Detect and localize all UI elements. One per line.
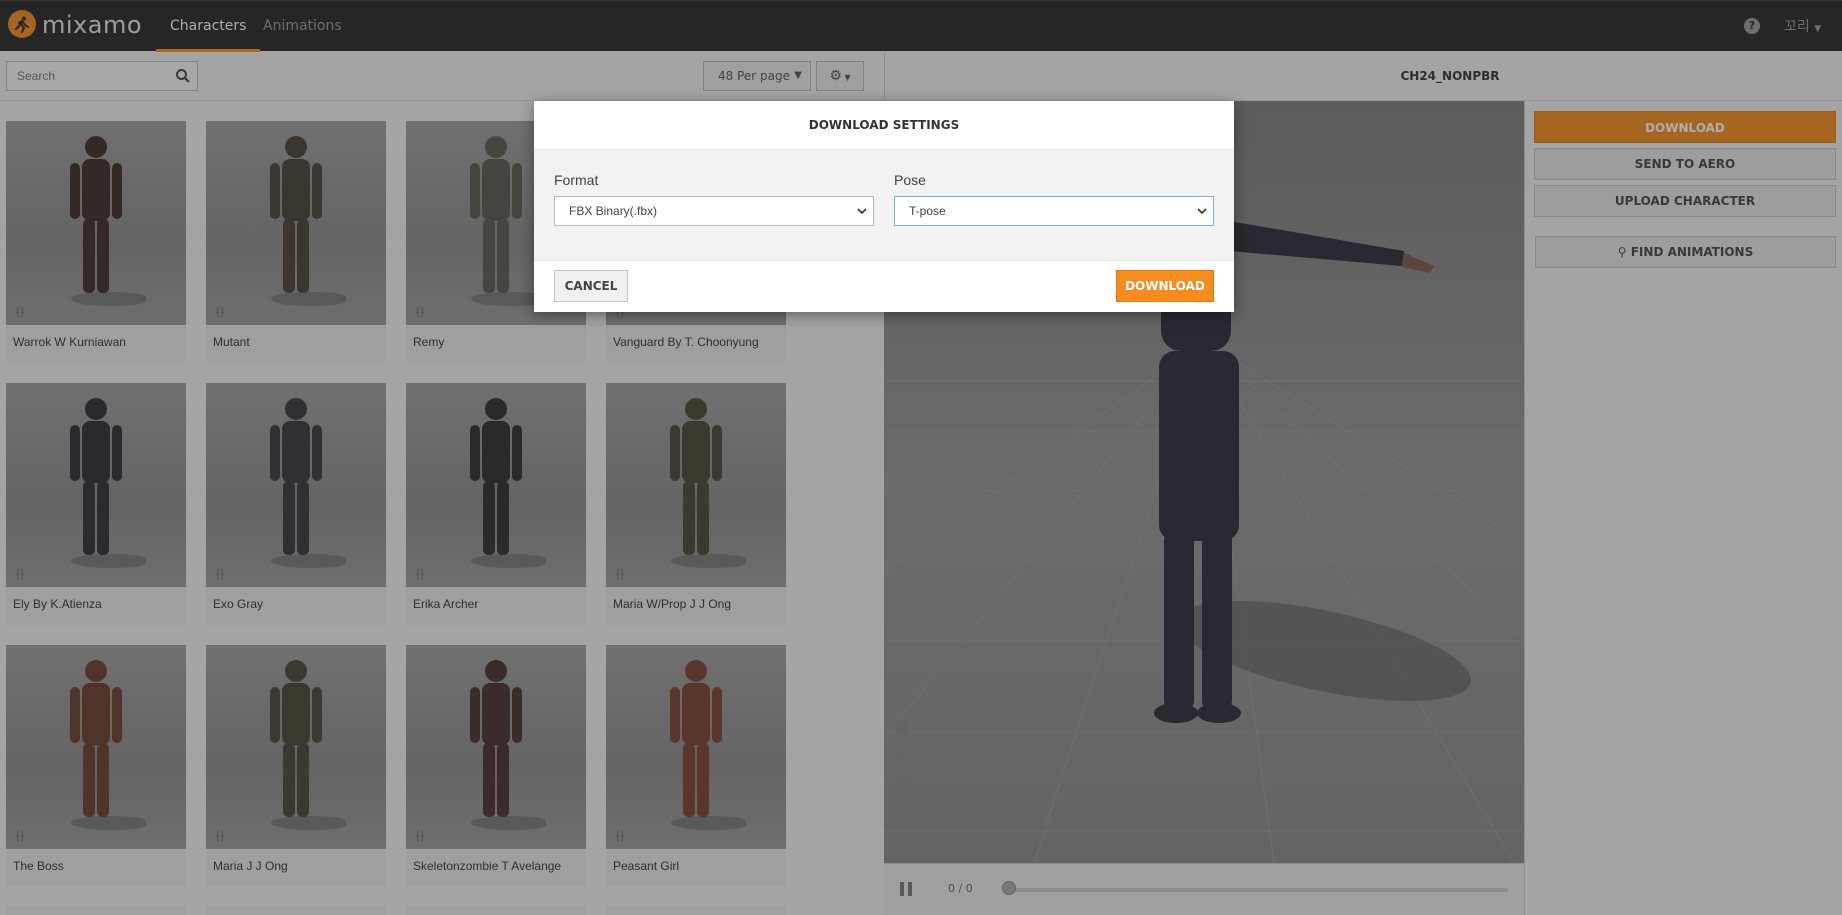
dialog-title: DOWNLOAD SETTINGS: [808, 118, 960, 132]
pose-value: T-pose: [909, 204, 946, 218]
format-label: Format: [554, 172, 599, 188]
format-select[interactable]: FBX Binary(.fbx): [554, 196, 874, 226]
chevron-down-icon: [857, 208, 867, 215]
format-value: FBX Binary(.fbx): [569, 204, 658, 218]
dialog-download-button[interactable]: DOWNLOAD: [1116, 270, 1214, 302]
download-settings-dialog: DOWNLOAD SETTINGS Format FBX Binary(.fbx…: [534, 101, 1234, 312]
pose-label: Pose: [894, 172, 926, 188]
dialog-body: Format FBX Binary(.fbx) Pose T-pose: [534, 149, 1234, 261]
cancel-button[interactable]: CANCEL: [554, 270, 628, 302]
pose-select[interactable]: T-pose: [894, 196, 1214, 226]
chevron-down-icon: [1197, 208, 1207, 215]
